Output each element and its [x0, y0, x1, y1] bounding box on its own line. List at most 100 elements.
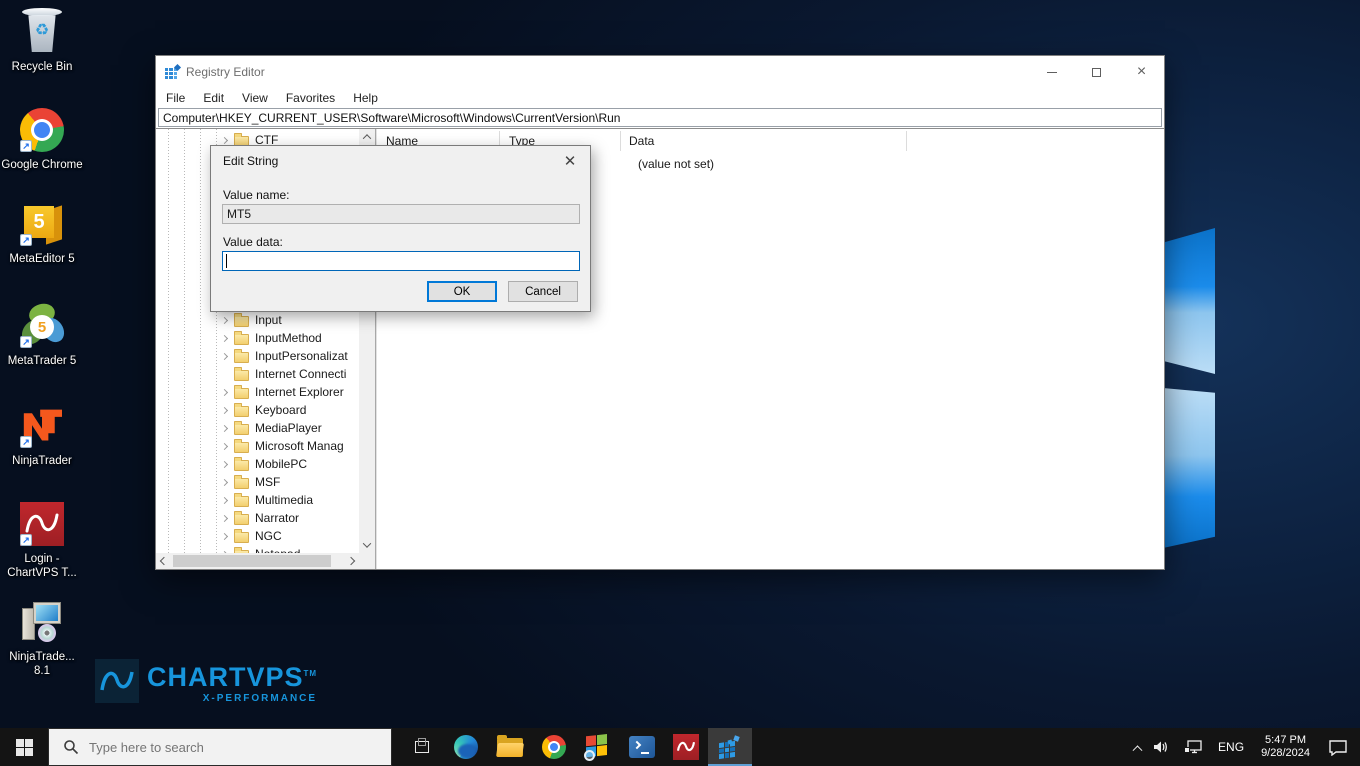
desktop-icon-label: NinjaTrader: [12, 454, 72, 468]
tray-volume[interactable]: [1147, 728, 1177, 766]
menu-help[interactable]: Help: [344, 91, 387, 105]
scroll-up-button[interactable]: [359, 129, 375, 145]
expand-chevron-icon[interactable]: [221, 460, 228, 467]
desktop-icon-recycle-bin[interactable]: ♻ Recycle Bin: [0, 8, 84, 74]
taskbar-icon-windows-tool[interactable]: [576, 728, 620, 766]
registry-editor-window: Registry Editor × File Edit View Favorit…: [155, 55, 1165, 570]
tray-clock[interactable]: 5:47 PM 9/28/2024: [1253, 728, 1318, 766]
desktop-icon-label: Recycle Bin: [12, 60, 73, 74]
expand-chevron-icon[interactable]: [221, 496, 228, 503]
taskbar-icon-chrome[interactable]: [532, 728, 576, 766]
desktop-icon-label: MetaEditor 5: [9, 252, 74, 266]
tree-item[interactable]: InputMethod: [156, 329, 359, 347]
network-icon: [1183, 739, 1203, 755]
expand-chevron-icon[interactable]: [221, 406, 228, 413]
task-view-button[interactable]: [400, 728, 444, 766]
expand-chevron-icon[interactable]: [221, 334, 228, 341]
expand-chevron-icon[interactable]: [221, 442, 228, 449]
taskbar-icon-registry-editor[interactable]: [708, 728, 752, 766]
expand-chevron-icon[interactable]: [221, 478, 228, 485]
text-caret: [226, 254, 227, 268]
tree-item[interactable]: MobilePC: [156, 455, 359, 473]
menu-edit[interactable]: Edit: [194, 91, 233, 105]
search-input[interactable]: [89, 740, 339, 755]
folder-icon: [234, 478, 249, 489]
tree-item[interactable]: Narrator: [156, 509, 359, 527]
tree-item[interactable]: InputPersonalizat: [156, 347, 359, 365]
dialog-close-icon[interactable]: ✕: [550, 146, 590, 176]
expand-chevron-icon[interactable]: [221, 532, 228, 539]
expand-chevron-icon[interactable]: [221, 514, 228, 521]
window-titlebar[interactable]: Registry Editor ×: [156, 56, 1164, 88]
tray-network[interactable]: [1177, 728, 1209, 766]
tree-item[interactable]: Microsoft Manag: [156, 437, 359, 455]
desktop-icon-google-chrome[interactable]: ↗ Google Chrome: [0, 106, 84, 172]
registry-path-field[interactable]: Computer\HKEY_CURRENT_USER\Software\Micr…: [158, 108, 1162, 127]
action-center-button[interactable]: [1318, 728, 1360, 766]
desktop-icon-metaeditor-5[interactable]: 5 ↗ MetaEditor 5: [0, 200, 84, 266]
taskbar-icon-file-explorer[interactable]: [488, 728, 532, 766]
start-button[interactable]: [0, 728, 48, 766]
expand-chevron-icon[interactable]: [221, 424, 228, 431]
expand-chevron-icon[interactable]: [221, 316, 228, 323]
menu-favorites[interactable]: Favorites: [277, 91, 344, 105]
dialog-titlebar[interactable]: Edit String ✕: [211, 146, 590, 176]
scroll-left-button[interactable]: [156, 553, 172, 569]
tree-item-label: Narrator: [255, 511, 299, 525]
folder-icon: [234, 370, 249, 381]
column-header-data[interactable]: Data: [629, 134, 654, 148]
value-data-field[interactable]: [222, 251, 580, 271]
tree-item[interactable]: NGC: [156, 527, 359, 545]
registry-editor-icon: [719, 736, 741, 758]
desktop: ♻ Recycle Bin ↗ Google Chrome 5 ↗ MetaEd…: [0, 0, 1360, 766]
chartvps-watermark: CHARTVPSTM X-PERFORMANCE: [95, 659, 317, 704]
tree-item[interactable]: MSF: [156, 473, 359, 491]
tree-item[interactable]: Input: [156, 311, 359, 329]
scroll-down-button[interactable]: [359, 537, 375, 553]
address-bar: Computer\HKEY_CURRENT_USER\Software\Micr…: [156, 108, 1164, 128]
tree-item[interactable]: Multimedia: [156, 491, 359, 509]
installer-icon: [18, 598, 66, 646]
desktop-icon-login-chartvps[interactable]: ↗ Login - ChartVPS T...: [0, 500, 84, 580]
desktop-icon-ninjatrader[interactable]: ↗ NinjaTrader: [0, 402, 84, 468]
metaeditor-icon: 5 ↗: [18, 200, 66, 248]
value-name-field[interactable]: [222, 204, 580, 224]
folder-icon: [234, 496, 249, 507]
taskbar-search-box[interactable]: [48, 728, 392, 766]
taskbar-icon-edge[interactable]: [444, 728, 488, 766]
tree-item-label: InputPersonalizat: [255, 349, 348, 363]
maximize-button[interactable]: [1074, 56, 1119, 88]
desktop-icon-ninjatrader-installer[interactable]: NinjaTrade... 8.1: [0, 598, 84, 678]
tree-item[interactable]: Keyboard: [156, 401, 359, 419]
taskbar: ENG 5:47 PM 9/28/2024: [0, 728, 1360, 766]
expand-chevron-icon[interactable]: [221, 388, 228, 395]
menu-file[interactable]: File: [166, 91, 194, 105]
tree-item-label: Input: [255, 313, 282, 327]
expand-chevron-icon[interactable]: [221, 136, 228, 143]
taskbar-icon-powershell[interactable]: [620, 728, 664, 766]
ok-button[interactable]: OK: [427, 281, 497, 302]
taskbar-icon-chartvps[interactable]: [664, 728, 708, 766]
scrollbar-thumb[interactable]: [173, 555, 331, 567]
search-icon: [63, 739, 79, 755]
watermark-brand: CHARTVPSTM: [147, 659, 317, 692]
close-button[interactable]: ×: [1119, 56, 1164, 88]
recycle-bin-icon: ♻: [18, 8, 66, 56]
tree-item[interactable]: MediaPlayer: [156, 419, 359, 437]
tree-item[interactable]: Internet Connecti: [156, 365, 359, 383]
expand-chevron-icon[interactable]: [221, 352, 228, 359]
menu-view[interactable]: View: [233, 91, 277, 105]
tray-show-hidden-icons[interactable]: [1128, 728, 1147, 766]
tray-language[interactable]: ENG: [1209, 728, 1253, 766]
scroll-right-button[interactable]: [343, 553, 359, 569]
tray-date: 9/28/2024: [1261, 747, 1310, 760]
desktop-icon-metatrader-5[interactable]: 5 ↗ MetaTrader 5: [0, 302, 84, 368]
tree-horizontal-scrollbar[interactable]: [156, 553, 359, 569]
chrome-icon: ↗: [18, 106, 66, 154]
tree-item-label: Multimedia: [255, 493, 313, 507]
tree-item[interactable]: Internet Explorer: [156, 383, 359, 401]
minimize-button[interactable]: [1029, 56, 1074, 88]
value-name-label: Value name:: [223, 188, 290, 202]
cancel-button[interactable]: Cancel: [508, 281, 578, 302]
chrome-icon: [542, 735, 566, 759]
